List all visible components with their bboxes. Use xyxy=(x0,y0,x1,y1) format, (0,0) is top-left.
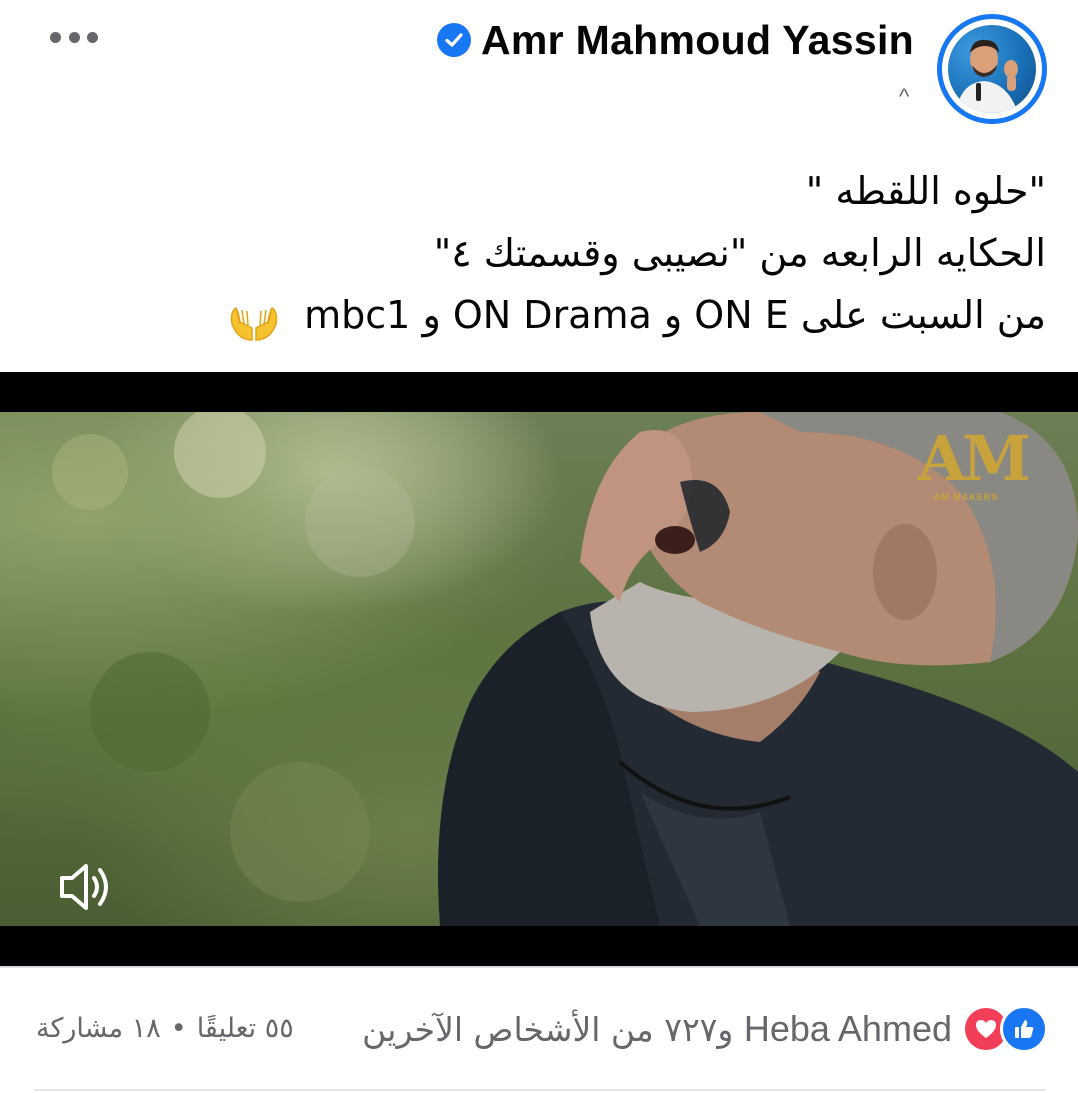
video-separator xyxy=(0,966,1078,968)
post-text: "حلوه اللقطه " الحكايه الرابعه من "نصيبى… xyxy=(46,160,1046,346)
watermark-logo: AM AM MAKERS xyxy=(918,422,1031,546)
reactions-summary[interactable]: Heba Ahmed و٧٢٧ من الأشخاص الآخرين xyxy=(362,1005,1048,1053)
avatar-image xyxy=(948,25,1036,113)
more-dot xyxy=(50,31,61,43)
verified-badge-icon xyxy=(437,23,472,57)
post-line-3-text: من السبت على ON E و ON Drama و mbc1 xyxy=(304,293,1046,337)
post-line-3: من السبت على ON E و ON Drama و mbc1 xyxy=(46,284,1046,346)
volume-icon[interactable] xyxy=(56,856,118,918)
palms-up-together-emoji-icon xyxy=(228,298,280,341)
author-name[interactable]: Amr Mahmoud Yassin xyxy=(481,17,914,64)
more-options-button[interactable] xyxy=(50,26,98,48)
reaction-text: Heba Ahmed و٧٢٧ من الأشخاص الآخرين xyxy=(362,1008,952,1050)
more-dot xyxy=(87,31,98,43)
post-time-indicator[interactable]: ^ xyxy=(899,84,909,110)
post-line-1: "حلوه اللقطه " xyxy=(805,169,1046,213)
engagement-counts: ٥٥ تعليقًا • ١٨ مشاركة xyxy=(36,1008,294,1048)
comments-count[interactable]: ٥٥ تعليقًا xyxy=(197,1013,294,1044)
shares-count[interactable]: ١٨ مشاركة xyxy=(36,1013,161,1044)
video-player[interactable]: AM AM MAKERS xyxy=(0,372,1078,966)
like-icon xyxy=(1000,1005,1048,1053)
post-line-2: الحكايه الرابعه من "نصيبى وقسمتك ٤" xyxy=(433,231,1046,275)
author-row: Amr Mahmoud Yassin xyxy=(437,16,914,64)
more-dot xyxy=(68,31,80,43)
watermark-letters: AM xyxy=(918,422,1031,495)
author-avatar[interactable] xyxy=(937,14,1047,124)
bottom-divider xyxy=(34,1089,1046,1091)
reaction-others: و٧٢٧ من الأشخاص الآخرين xyxy=(362,1010,734,1049)
reactor-name: Heba Ahmed xyxy=(743,1008,952,1049)
video-frame xyxy=(0,412,1078,926)
counts-separator: • xyxy=(170,1012,187,1044)
